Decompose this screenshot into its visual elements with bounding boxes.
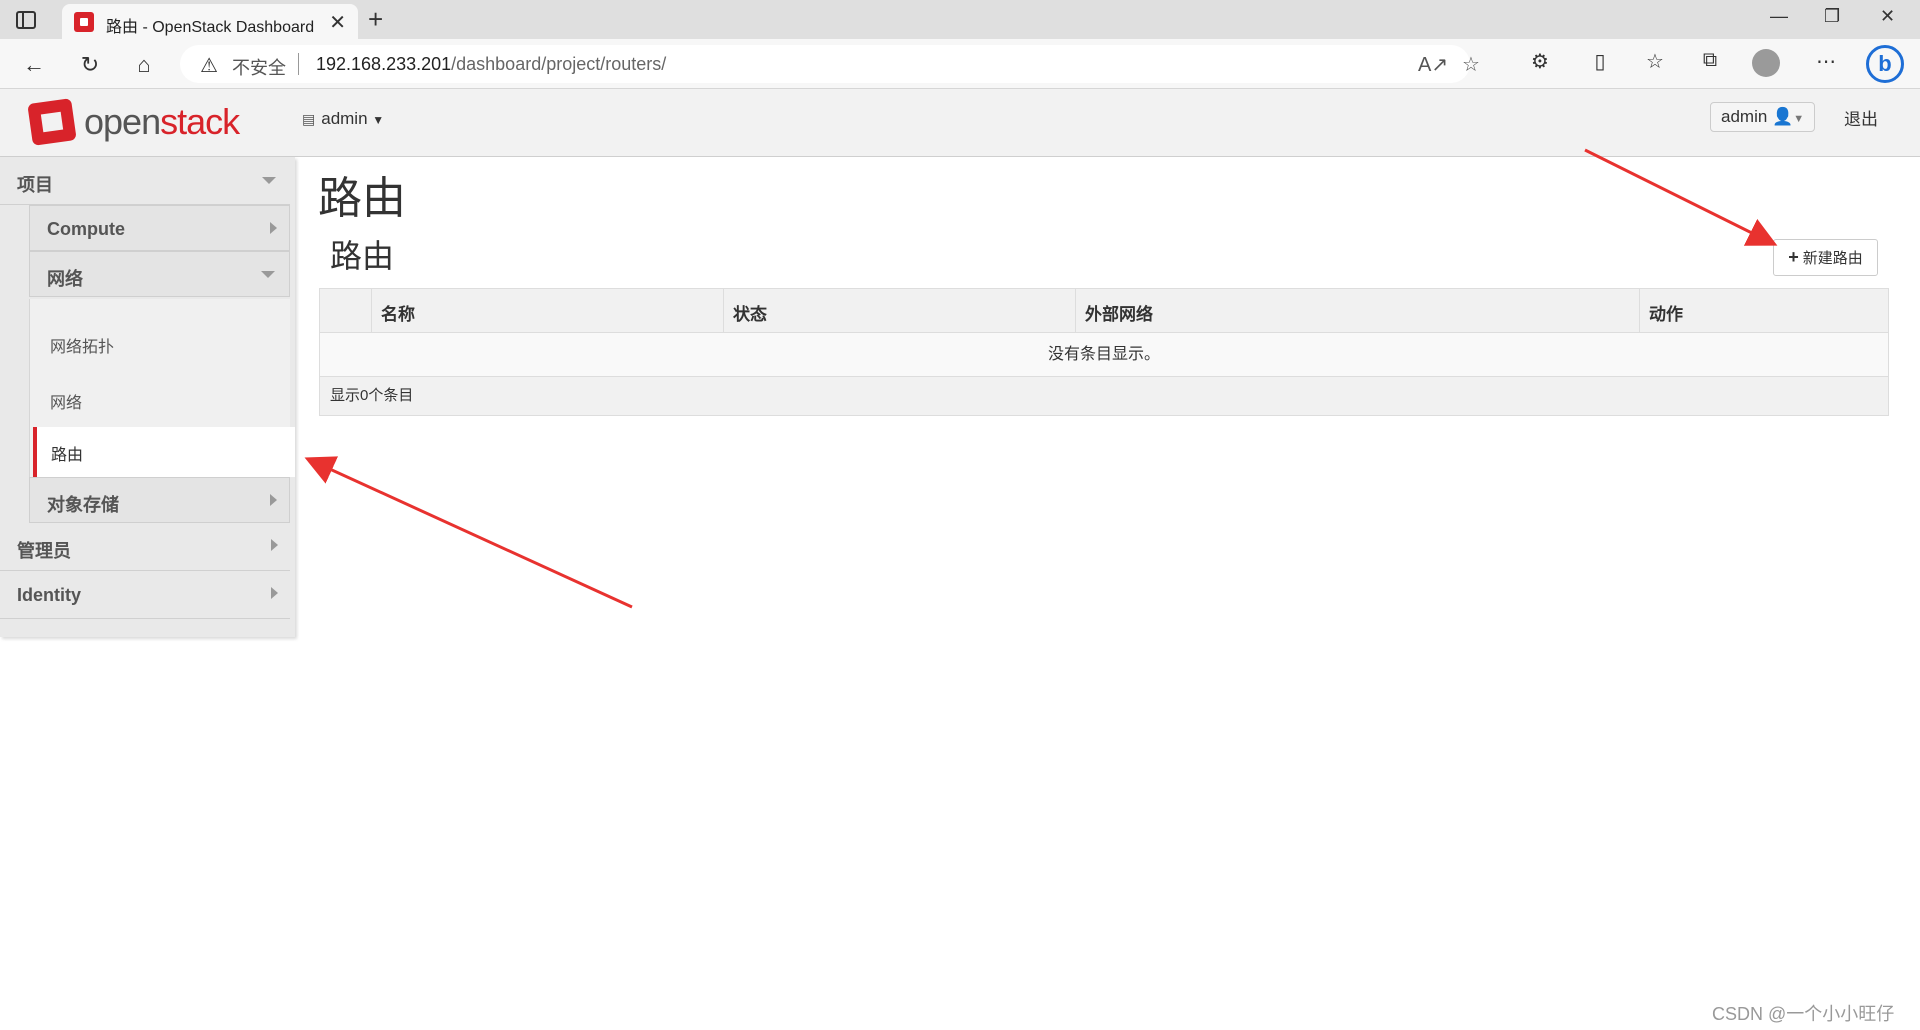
sidebar-item-label: Identity (17, 585, 82, 605)
back-icon[interactable]: ← (20, 51, 48, 79)
sidebar-item-label: 网络 (47, 269, 83, 289)
sidebar-item-compute[interactable]: Compute (29, 205, 290, 251)
reload-icon[interactable]: ↻ (76, 51, 104, 79)
sidebar-item-label: Compute (47, 219, 125, 239)
routers-table: 名称 状态 外部网络 动作 没有条目显示。 显示0个条目 (319, 288, 1889, 416)
plus-icon: + (1788, 247, 1799, 267)
select-all-column[interactable] (320, 289, 371, 333)
sidebar-item-network[interactable]: 网络 (29, 251, 290, 297)
url-separator (298, 53, 299, 75)
openstack-logo-text[interactable]: openstack (84, 101, 240, 143)
column-header-external-network[interactable]: 外部网络 (1075, 289, 1639, 333)
sidebar-item-network-topology[interactable]: 网络拓扑 (50, 333, 114, 357)
sidebar-item-admin[interactable]: 管理员 (0, 523, 290, 571)
address-toolbar: ← ↻ ⌂ ⚠ 不安全 192.168.233.201/dashboard/pr… (0, 39, 1920, 89)
caret-down-icon: ▼ (1793, 113, 1805, 125)
column-header-status[interactable]: 状态 (723, 289, 1075, 333)
url-text[interactable]: 192.168.233.201/dashboard/project/router… (316, 54, 666, 75)
sidebar-item-label: 路由 (51, 447, 84, 464)
sidebar-item-label: 对象存储 (47, 495, 119, 515)
logout-link[interactable]: 退出 (1844, 105, 1878, 130)
openstack-header: openstack ▤ admin ▼ admin 👤▼ 退出 (0, 89, 1920, 157)
home-icon[interactable]: ⌂ (130, 51, 158, 79)
bing-icon[interactable]: b (1866, 45, 1904, 83)
address-bar[interactable]: ⚠ 不安全 192.168.233.201/dashboard/project/… (180, 45, 1480, 83)
table-header: 名称 状态 外部网络 动作 (320, 289, 1888, 333)
favorites-icon[interactable]: ☆ (1640, 49, 1670, 74)
new-tab-icon[interactable]: + (368, 4, 383, 35)
sidebar-item-project[interactable]: 项目 (0, 157, 290, 205)
split-screen-icon[interactable]: ▯ (1585, 49, 1615, 74)
section-title: 路由 (330, 238, 395, 274)
caret-right-icon (270, 494, 277, 506)
project-selector[interactable]: ▤ admin ▼ (302, 109, 384, 129)
browser-tab[interactable]: 路由 - OpenStack Dashboard ✕ (62, 4, 358, 39)
project-name: admin (321, 109, 368, 128)
extensions-icon[interactable]: ⚙ (1525, 49, 1555, 74)
user-menu-button[interactable]: admin 👤▼ (1710, 102, 1816, 132)
caret-down-icon (262, 177, 276, 184)
restore-icon[interactable]: ❐ (1824, 6, 1840, 27)
minimize-icon[interactable]: — (1770, 6, 1788, 27)
warning-icon[interactable]: ⚠ (200, 53, 218, 78)
column-header-actions[interactable]: 动作 (1639, 289, 1888, 333)
caret-down-icon (261, 271, 275, 278)
add-favorite-icon[interactable]: ☆ (1462, 52, 1480, 77)
sidebar-item-label: 项目 (17, 175, 53, 195)
openstack-favicon-icon (74, 12, 94, 32)
caret-right-icon (271, 587, 278, 599)
sidebar-item-routers[interactable]: 路由 (33, 427, 295, 477)
user-name: admin (1721, 107, 1768, 126)
annotation-arrow-create (1584, 148, 1778, 246)
caret-right-icon (271, 539, 278, 551)
page-title: 路由 (318, 174, 406, 223)
create-router-label: 新建路由 (1802, 250, 1863, 267)
sidebar-item-label: 管理员 (17, 541, 71, 561)
table-empty-message: 没有条目显示。 (320, 333, 1888, 377)
more-options-icon[interactable]: ⋯ (1811, 49, 1841, 74)
url-host: 192.168.233.201 (316, 54, 452, 74)
close-window-icon[interactable]: ✕ (1880, 6, 1895, 27)
sidebar-item-identity[interactable]: Identity (0, 571, 290, 619)
table-footer: 显示0个条目 (320, 377, 1888, 415)
tab-actions-icon[interactable] (14, 8, 38, 32)
caret-down-icon: ▼ (372, 113, 385, 127)
watermark: CSDN @一个小小旺仔 (1712, 1004, 1895, 1024)
column-header-name[interactable]: 名称 (371, 289, 723, 333)
insecure-label[interactable]: 不安全 (232, 54, 286, 80)
browser-tab-bar: 路由 - OpenStack Dashboard ✕ + — ❐ ✕ (0, 0, 1920, 39)
close-tab-icon[interactable]: ✕ (329, 10, 346, 35)
url-path: /dashboard/project/routers/ (451, 54, 667, 74)
document-icon: ▤ (302, 111, 316, 127)
tab-title: 路由 - OpenStack Dashboard (106, 19, 315, 36)
user-icon: 👤 (1772, 107, 1794, 126)
profile-avatar-icon[interactable] (1752, 49, 1780, 77)
openstack-logo-icon[interactable] (27, 98, 77, 146)
create-router-button[interactable]: + 新建路由 (1773, 239, 1878, 276)
caret-right-icon (270, 222, 277, 234)
sidebar-item-object-storage[interactable]: 对象存储 (29, 477, 290, 523)
sidebar-item-networks[interactable]: 网络 (50, 389, 82, 413)
read-aloud-icon[interactable]: A↗ (1418, 52, 1448, 77)
annotation-arrow-routers (304, 456, 633, 609)
collections-icon[interactable]: ⧉ (1695, 49, 1725, 72)
sidebar: 项目 Compute 网络 网络拓扑 网络 路由 对象存储 管理员 Identi… (0, 157, 295, 637)
